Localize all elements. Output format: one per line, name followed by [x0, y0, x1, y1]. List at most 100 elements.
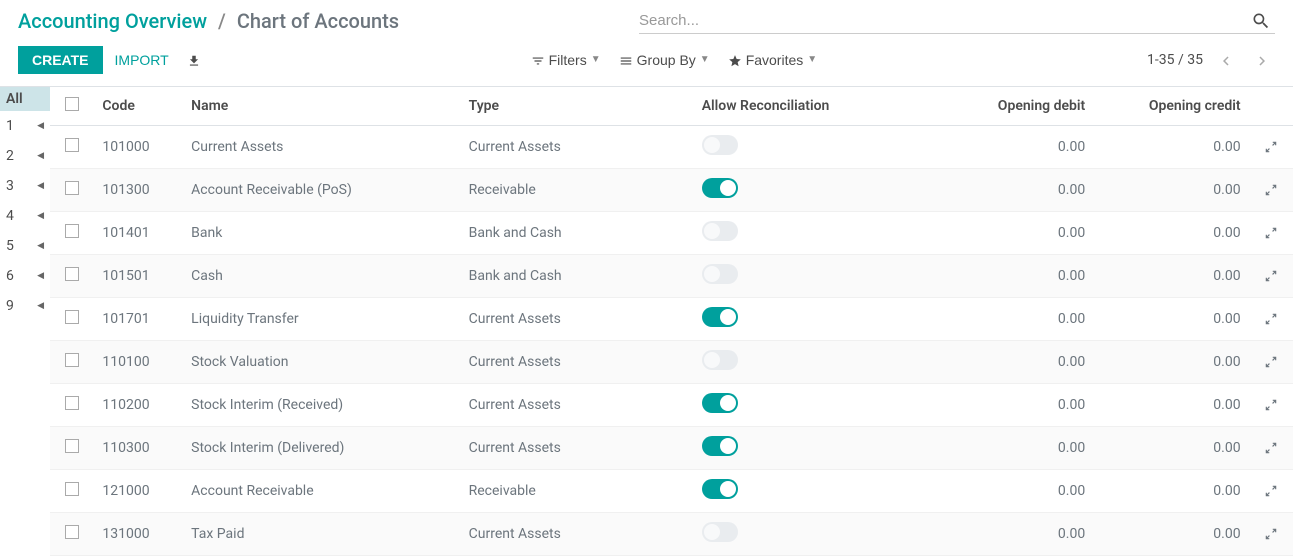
cell-type: Current Assets — [461, 298, 694, 341]
row-checkbox[interactable] — [65, 525, 79, 539]
table-row[interactable]: 110300 Stock Interim (Delivered) Current… — [50, 427, 1293, 470]
expand-row-icon[interactable] — [1264, 182, 1278, 198]
reconciliation-toggle[interactable] — [702, 221, 738, 241]
cell-debit: 0.00 — [938, 341, 1093, 384]
cell-type: Current Assets — [461, 427, 694, 470]
list-icon — [619, 52, 633, 68]
star-icon — [728, 52, 742, 68]
table-row[interactable]: 101300 Account Receivable (PoS) Receivab… — [50, 169, 1293, 212]
row-checkbox[interactable] — [65, 181, 79, 195]
cell-name: Cash — [183, 255, 460, 298]
cell-debit: 0.00 — [938, 427, 1093, 470]
search-icon[interactable] — [1247, 10, 1275, 31]
select-all-checkbox[interactable] — [65, 97, 79, 111]
col-header-code[interactable]: Code — [94, 87, 183, 126]
table-row[interactable]: 101701 Liquidity Transfer Current Assets… — [50, 298, 1293, 341]
import-button[interactable]: IMPORT — [115, 52, 169, 68]
expand-row-icon[interactable] — [1264, 483, 1278, 499]
search-input[interactable] — [639, 8, 1247, 33]
reconciliation-toggle[interactable] — [702, 436, 738, 456]
download-icon[interactable] — [187, 52, 201, 68]
index-item[interactable]: 5◀ — [0, 231, 50, 261]
groupby-label: Group By — [637, 52, 696, 68]
table-row[interactable]: 101401 Bank Bank and Cash 0.00 0.00 — [50, 212, 1293, 255]
pager-range[interactable]: 1-35 / 35 — [1147, 52, 1203, 68]
table-row[interactable]: 110200 Stock Interim (Received) Current … — [50, 384, 1293, 427]
cell-credit: 0.00 — [1093, 513, 1248, 556]
cell-name: Stock Valuation — [183, 341, 460, 384]
create-button[interactable]: CREATE — [18, 46, 103, 74]
expand-arrow-icon: ◀ — [37, 181, 44, 191]
table-row[interactable]: 101000 Current Assets Current Assets 0.0… — [50, 126, 1293, 169]
expand-row-icon[interactable] — [1264, 397, 1278, 413]
reconciliation-toggle[interactable] — [702, 178, 738, 198]
cell-debit: 0.00 — [938, 212, 1093, 255]
cell-credit: 0.00 — [1093, 470, 1248, 513]
row-checkbox[interactable] — [65, 439, 79, 453]
table-row[interactable]: 121000 Account Receivable Receivable 0.0… — [50, 470, 1293, 513]
cell-type: Receivable — [461, 470, 694, 513]
chevron-down-icon: ▼ — [700, 54, 710, 65]
index-label: 5 — [6, 238, 14, 254]
row-checkbox[interactable] — [65, 267, 79, 281]
favorites-dropdown[interactable]: Favorites ▼ — [728, 52, 817, 68]
expand-row-icon[interactable] — [1264, 225, 1278, 241]
row-checkbox[interactable] — [65, 310, 79, 324]
filters-dropdown[interactable]: Filters ▼ — [531, 52, 601, 68]
row-checkbox[interactable] — [65, 224, 79, 238]
reconciliation-toggle[interactable] — [702, 264, 738, 284]
pager-next-button[interactable] — [1249, 50, 1275, 71]
index-item[interactable]: 9◀ — [0, 291, 50, 321]
breadcrumb-parent-link[interactable]: Accounting Overview — [18, 9, 207, 33]
cell-type: Current Assets — [461, 126, 694, 169]
row-checkbox[interactable] — [65, 396, 79, 410]
reconciliation-toggle[interactable] — [702, 307, 738, 327]
cell-debit: 0.00 — [938, 169, 1093, 212]
reconciliation-toggle[interactable] — [702, 135, 738, 155]
row-checkbox[interactable] — [65, 482, 79, 496]
col-header-debit[interactable]: Opening debit — [938, 87, 1093, 126]
expand-row-icon[interactable] — [1264, 526, 1278, 542]
cell-type: Current Assets — [461, 384, 694, 427]
row-checkbox[interactable] — [65, 138, 79, 152]
cell-type: Current Assets — [461, 341, 694, 384]
index-item[interactable]: 1◀ — [0, 111, 50, 141]
expand-row-icon[interactable] — [1264, 139, 1278, 155]
expand-arrow-icon: ◀ — [37, 271, 44, 281]
cell-credit: 0.00 — [1093, 126, 1248, 169]
index-label: 6 — [6, 268, 14, 284]
index-item[interactable]: 2◀ — [0, 141, 50, 171]
expand-arrow-icon: ◀ — [37, 211, 44, 221]
pager-prev-button[interactable] — [1213, 50, 1239, 71]
cell-code: 131000 — [94, 513, 183, 556]
cell-debit: 0.00 — [938, 298, 1093, 341]
reconciliation-toggle[interactable] — [702, 350, 738, 370]
col-header-credit[interactable]: Opening credit — [1093, 87, 1248, 126]
reconciliation-toggle[interactable] — [702, 522, 738, 542]
col-header-name[interactable]: Name — [183, 87, 460, 126]
accounts-table: Code Name Type Allow Reconciliation Open… — [50, 87, 1293, 556]
index-item[interactable]: 4◀ — [0, 201, 50, 231]
cell-name: Stock Interim (Delivered) — [183, 427, 460, 470]
expand-row-icon[interactable] — [1264, 354, 1278, 370]
index-item[interactable]: 6◀ — [0, 261, 50, 291]
breadcrumb: Accounting Overview / Chart of Accounts — [18, 9, 399, 33]
expand-row-icon[interactable] — [1264, 268, 1278, 284]
cell-name: Current Assets — [183, 126, 460, 169]
expand-row-icon[interactable] — [1264, 440, 1278, 456]
expand-row-icon[interactable] — [1264, 311, 1278, 327]
groupby-dropdown[interactable]: Group By ▼ — [619, 52, 710, 68]
index-item[interactable]: 3◀ — [0, 171, 50, 201]
table-row[interactable]: 101501 Cash Bank and Cash 0.00 0.00 — [50, 255, 1293, 298]
cell-debit: 0.00 — [938, 126, 1093, 169]
cell-code: 110300 — [94, 427, 183, 470]
col-header-recon[interactable]: Allow Reconciliation — [694, 87, 938, 126]
reconciliation-toggle[interactable] — [702, 393, 738, 413]
index-all[interactable]: All — [0, 87, 50, 111]
table-row[interactable]: 110100 Stock Valuation Current Assets 0.… — [50, 341, 1293, 384]
reconciliation-toggle[interactable] — [702, 479, 738, 499]
table-row[interactable]: 131000 Tax Paid Current Assets 0.00 0.00 — [50, 513, 1293, 556]
cell-name: Liquidity Transfer — [183, 298, 460, 341]
col-header-type[interactable]: Type — [461, 87, 694, 126]
row-checkbox[interactable] — [65, 353, 79, 367]
